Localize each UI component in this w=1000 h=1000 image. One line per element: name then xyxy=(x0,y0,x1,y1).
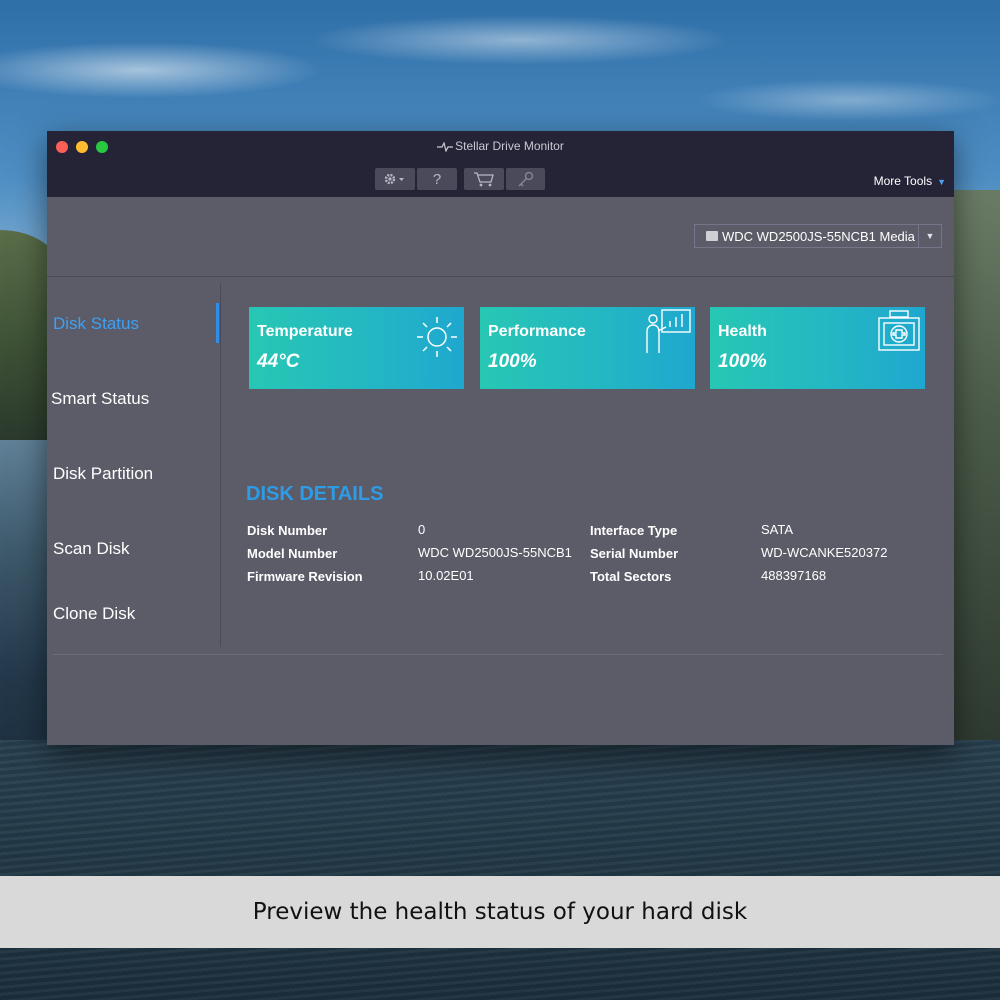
active-nav-indicator xyxy=(216,303,219,343)
more-tools-menu[interactable]: More Tools ▼ xyxy=(874,174,946,188)
detail-value-interface-type: SATA xyxy=(761,522,794,537)
caption-text: Preview the health status of your hard d… xyxy=(252,899,748,925)
cart-icon xyxy=(474,172,494,187)
pulse-icon xyxy=(437,141,454,152)
more-tools-label: More Tools xyxy=(873,174,933,188)
window-title: Stellar Drive Monitor xyxy=(47,139,954,153)
activate-button[interactable] xyxy=(506,168,545,190)
divider xyxy=(47,276,954,277)
card-value: 100% xyxy=(488,351,537,372)
title-bar: Stellar Drive Monitor ? More Tools ▼ xyxy=(47,131,954,197)
chevron-down-icon: ▼ xyxy=(918,225,941,247)
mountain-right xyxy=(950,190,1000,750)
detail-value-disk-number: 0 xyxy=(418,522,426,537)
caption-banner: Preview the health status of your hard d… xyxy=(0,876,1000,948)
sidebar-item-smart-status[interactable]: Smart Status xyxy=(51,389,149,409)
app-window: Stellar Drive Monitor ? More Tools ▼ WDC… xyxy=(47,131,954,745)
detail-label-interface-type: Interface Type xyxy=(590,523,678,538)
card-title: Health xyxy=(718,323,767,340)
drive-select[interactable]: WDC WD2500JS-55NCB1 Media ▼ xyxy=(694,224,942,248)
detail-label-model-number: Model Number xyxy=(247,546,338,561)
detail-label-total-sectors: Total Sectors xyxy=(590,569,672,584)
sea-background xyxy=(0,740,1000,1000)
performance-card: Performance 100% xyxy=(480,307,695,389)
card-title: Temperature xyxy=(257,323,353,340)
detail-label-firmware-revision: Firmware Revision xyxy=(247,569,363,584)
sidebar-divider xyxy=(220,283,221,647)
gear-icon xyxy=(384,173,404,185)
disk-details-heading: DISK DETAILS xyxy=(246,483,384,505)
card-title: Performance xyxy=(488,323,586,340)
hard-disk-icon xyxy=(706,231,718,241)
detail-label-serial-number: Serial Number xyxy=(590,546,679,561)
temperature-card: Temperature 44°C xyxy=(249,307,464,389)
chevron-down-icon: ▼ xyxy=(937,177,946,187)
health-card: Health 100% xyxy=(710,307,925,389)
detail-value-model-number: WDC WD2500JS-55NCB1 xyxy=(418,545,572,560)
buy-button[interactable] xyxy=(464,168,504,190)
detail-label-disk-number: Disk Number xyxy=(247,523,328,538)
sun-icon xyxy=(417,317,457,357)
drive-select-value: WDC WD2500JS-55NCB1 Media xyxy=(722,228,915,244)
sidebar-item-disk-status[interactable]: Disk Status xyxy=(53,314,139,334)
help-label: ? xyxy=(432,170,442,188)
detail-value-serial-number: WD-WCANKE520372 xyxy=(761,545,888,560)
detail-value-firmware-revision: 10.02E01 xyxy=(418,568,474,583)
help-button[interactable]: ? xyxy=(417,168,457,190)
card-value: 44°C xyxy=(257,351,300,372)
sidebar-item-scan-disk[interactable]: Scan Disk xyxy=(53,539,130,559)
first-aid-icon xyxy=(878,310,920,351)
key-icon xyxy=(518,171,533,187)
detail-value-total-sectors: 488397168 xyxy=(761,568,827,583)
window-title-text: Stellar Drive Monitor xyxy=(455,139,564,153)
sidebar-item-clone-disk[interactable]: Clone Disk xyxy=(53,604,135,624)
card-value: 100% xyxy=(718,351,767,372)
settings-button[interactable] xyxy=(375,168,415,190)
sidebar-item-disk-partition[interactable]: Disk Partition xyxy=(53,464,153,484)
presentation-icon xyxy=(646,309,691,353)
divider xyxy=(53,654,943,655)
